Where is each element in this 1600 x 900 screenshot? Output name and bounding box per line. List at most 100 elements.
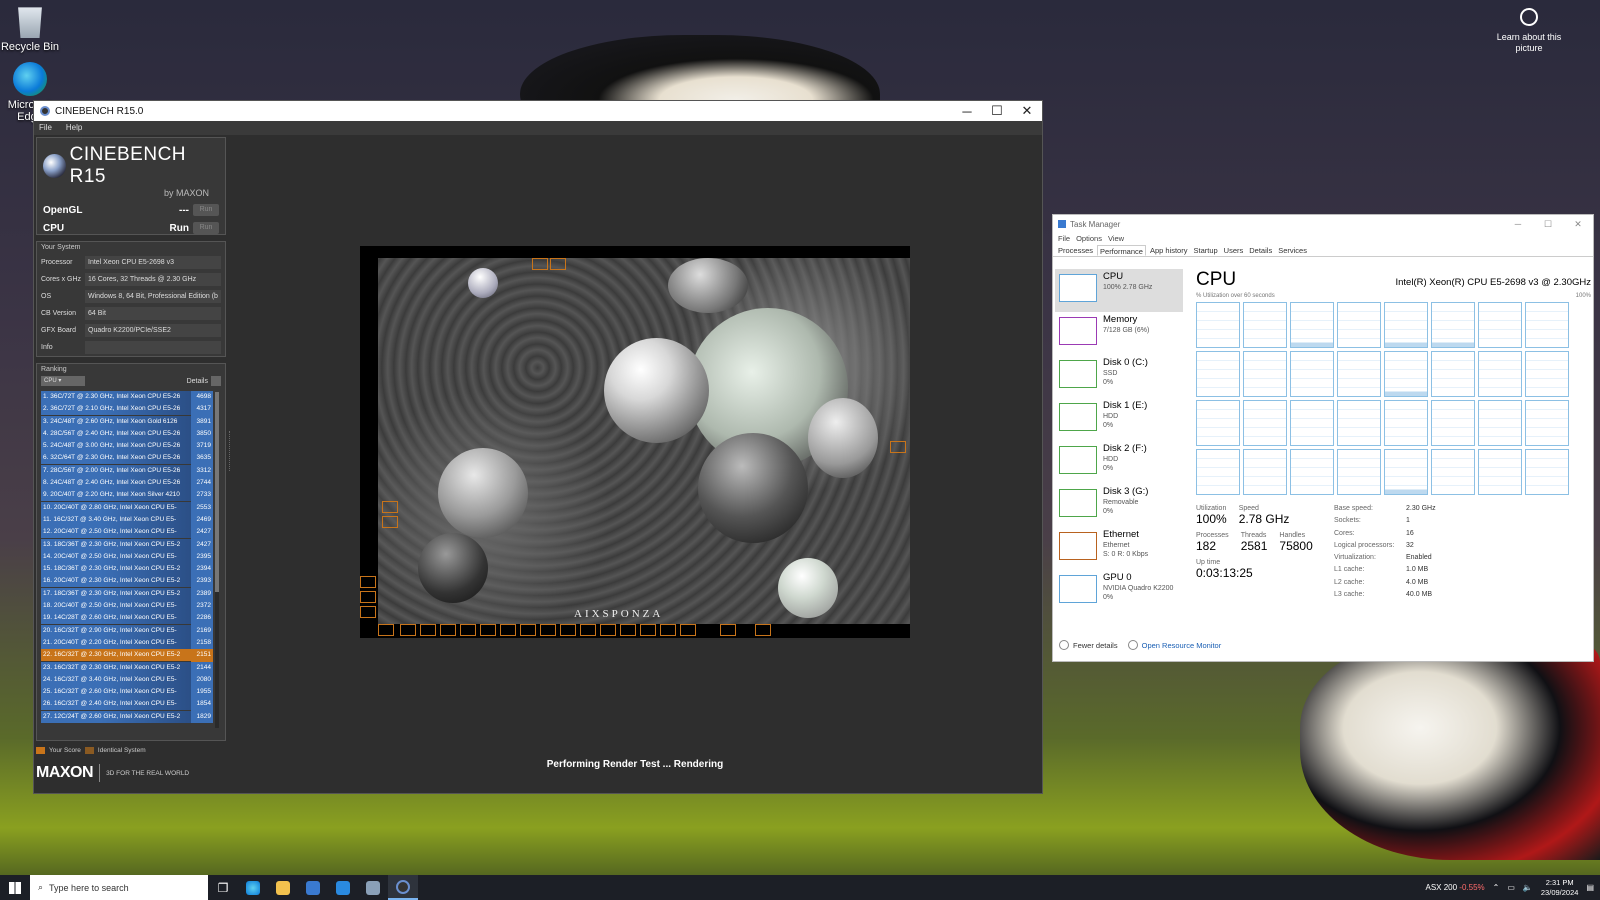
cinebench-taskbar-icon[interactable] — [388, 875, 418, 900]
ranking-row[interactable]: 18. 20C/40T @ 2.50 GHz, Intel Xeon CPU E… — [41, 600, 213, 613]
minimize-icon[interactable]: ─ — [952, 101, 982, 121]
chevron-up-icon[interactable]: ⌃ — [1493, 883, 1500, 892]
ranking-row[interactable]: 11. 16C/32T @ 3.40 GHz, Intel Xeon CPU E… — [41, 513, 213, 527]
start-button[interactable] — [0, 875, 30, 900]
cinebench-titlebar[interactable]: CINEBENCH R15.0 ─ ☐ ✕ — [34, 101, 1042, 121]
tab-app-history[interactable]: App history — [1148, 245, 1190, 256]
ranking-row[interactable]: 17. 18C/36T @ 2.30 GHz, Intel Xeon CPU E… — [41, 587, 213, 601]
tab-processes[interactable]: Processes — [1056, 245, 1095, 256]
ranking-row[interactable]: 8. 24C/48T @ 2.40 GHz, Intel Xeon CPU E5… — [41, 477, 213, 490]
ranking-row[interactable]: 2. 36C/72T @ 2.10 GHz, Intel Xeon CPU E5… — [41, 403, 213, 416]
maximize-icon[interactable]: ☐ — [1533, 215, 1563, 233]
logical-processor-graph — [1243, 302, 1287, 348]
tab-details[interactable]: Details — [1247, 245, 1274, 256]
sidebar-item-disk-0-c[interactable]: Disk 0 (C:) SSD 0% — [1055, 355, 1183, 398]
open-resource-monitor-link[interactable]: Open Resource Monitor — [1127, 640, 1221, 650]
ranking-row[interactable]: 12. 20C/40T @ 2.50 GHz, Intel Xeon CPU E… — [41, 526, 213, 539]
mini-graph — [1059, 360, 1097, 388]
render-bucket — [580, 624, 596, 636]
spec-key: Sockets: — [1334, 517, 1361, 525]
ranking-row[interactable]: 4. 28C/56T @ 2.40 GHz, Intel Xeon CPU E5… — [41, 427, 213, 441]
fewer-details-button[interactable]: Fewer details — [1059, 640, 1118, 650]
ranking-label: 19. 14C/28T @ 2.60 GHz, Intel Xeon CPU E… — [41, 612, 191, 625]
sidebar-item-cpu[interactable]: CPU 100% 2.78 GHz — [1055, 269, 1183, 312]
spec-value: 16 — [1406, 529, 1414, 537]
tab-performance[interactable]: Performance — [1097, 245, 1146, 256]
ranking-row[interactable]: 5. 24C/48T @ 3.00 GHz, Intel Xeon CPU E5… — [41, 440, 213, 453]
stock-widget[interactable]: ASX 200 -0.55% — [1425, 883, 1484, 892]
render-bucket — [460, 624, 476, 636]
file-explorer-icon[interactable] — [268, 875, 298, 900]
sidebar-item-ethernet[interactable]: Ethernet Ethernet S: 0 R: 0 Kbps — [1055, 527, 1183, 570]
recycle-bin-icon — [18, 7, 42, 38]
store-icon[interactable] — [298, 875, 328, 900]
close-icon[interactable]: ✕ — [1012, 101, 1042, 121]
ranking-scrollbar[interactable] — [215, 392, 219, 728]
sidebar-item-disk-1-e[interactable]: Disk 1 (E:) HDD 0% — [1055, 398, 1183, 441]
logical-processor-graph — [1290, 351, 1334, 397]
menu-view[interactable]: View — [1108, 233, 1124, 245]
mail-icon[interactable] — [328, 875, 358, 900]
run-cpu-button[interactable]: Run — [193, 222, 219, 234]
ranking-row[interactable]: 9. 20C/40T @ 2.20 GHz, Intel Xeon Silver… — [41, 489, 213, 502]
stock-change: -0.55% — [1459, 883, 1485, 892]
tab-startup[interactable]: Startup — [1191, 245, 1219, 256]
menu-help[interactable]: Help — [66, 121, 82, 135]
ranking-row[interactable]: 6. 32C/64T @ 2.30 GHz, Intel Xeon CPU E5… — [41, 452, 213, 465]
ranking-row[interactable]: 3. 24C/48T @ 2.60 GHz, Intel Xeon Gold 6… — [41, 415, 213, 428]
desktop-icon-recycle-bin[interactable]: Recycle Bin — [0, 4, 60, 53]
scrollbar-thumb[interactable] — [215, 392, 219, 592]
tab-services[interactable]: Services — [1276, 245, 1309, 256]
ranking-row[interactable]: 15. 18C/36T @ 2.30 GHz, Intel Xeon CPU E… — [41, 563, 213, 576]
sidebar-item-gpu-0[interactable]: GPU 0 NVIDIA Quadro K2200 0% — [1055, 570, 1183, 613]
ranking-row[interactable]: 20. 16C/32T @ 2.90 GHz, Intel Xeon CPU E… — [41, 624, 213, 637]
ranking-row[interactable]: 10. 20C/40T @ 2.80 GHz, Intel Xeon CPU E… — [41, 501, 213, 514]
ranking-row[interactable]: 24. 16C/32T @ 3.40 GHz, Intel Xeon CPU E… — [41, 673, 213, 687]
task-view-icon[interactable]: ❐ — [208, 875, 238, 900]
menu-options[interactable]: Options — [1076, 233, 1102, 245]
sidebar-text: Memory 7/128 GB (6%) — [1103, 314, 1149, 353]
task-manager-titlebar[interactable]: Task Manager ─ ☐ ✕ — [1053, 215, 1593, 233]
ranking-row[interactable]: 1. 36C/72T @ 2.30 GHz, Intel Xeon CPU E5… — [41, 391, 213, 404]
ranking-row[interactable]: 13. 18C/36T @ 2.30 GHz, Intel Xeon CPU E… — [41, 538, 213, 551]
clock[interactable]: 2:31 PM 23/09/2024 — [1541, 878, 1579, 898]
taskbar-search[interactable]: ⌕ Type here to search — [30, 875, 208, 900]
menu-file[interactable]: File — [39, 121, 52, 135]
ranking-row[interactable]: 26. 16C/32T @ 2.40 GHz, Intel Xeon CPU E… — [41, 698, 213, 711]
ranking-row[interactable]: 7. 28C/56T @ 2.00 GHz, Intel Xeon CPU E5… — [41, 464, 213, 478]
logical-processor-graph — [1478, 449, 1522, 495]
minimize-icon[interactable]: ─ — [1503, 215, 1533, 233]
sidebar-item-disk-2-f[interactable]: Disk 2 (F:) HDD 0% — [1055, 441, 1183, 484]
ranking-row[interactable]: 21. 20C/40T @ 2.20 GHz, Intel Xeon CPU E… — [41, 636, 213, 650]
network-icon[interactable]: ▭ — [1507, 883, 1515, 892]
close-icon[interactable]: ✕ — [1563, 215, 1593, 233]
maximize-icon[interactable]: ☐ — [982, 101, 1012, 121]
ranking-row[interactable]: 16. 20C/40T @ 2.30 GHz, Intel Xeon CPU E… — [41, 575, 213, 588]
ranking-select[interactable]: CPU ▾ — [41, 376, 85, 386]
volume-icon[interactable]: 🔈 — [1523, 883, 1533, 892]
ranking-row[interactable]: 14. 20C/40T @ 2.50 GHz, Intel Xeon CPU E… — [41, 550, 213, 564]
task-manager-taskbar-icon[interactable] — [358, 875, 388, 900]
render-bucket — [660, 624, 676, 636]
ranking-row[interactable]: 27. 12C/24T @ 2.60 GHz, Intel Xeon CPU E… — [41, 710, 213, 724]
ranking-row[interactable]: 25. 16C/32T @ 2.60 GHz, Intel Xeon CPU E… — [41, 686, 213, 699]
mini-graph — [1059, 403, 1097, 431]
ranking-label: 3. 24C/48T @ 2.60 GHz, Intel Xeon Gold 6… — [41, 415, 191, 428]
ranking-row[interactable]: 23. 16C/32T @ 2.30 GHz, Intel Xeon CPU E… — [41, 661, 213, 674]
menu-file[interactable]: File — [1058, 233, 1070, 245]
ranking-list: 1. 36C/72T @ 2.30 GHz, Intel Xeon CPU E5… — [41, 391, 213, 727]
learn-about-picture[interactable]: Learn about this picture — [1484, 8, 1574, 54]
sidebar-item-disk-3-g[interactable]: Disk 3 (G:) Removable 0% — [1055, 484, 1183, 527]
details-button[interactable]: Details — [187, 376, 221, 386]
ranking-row[interactable]: 22. 16C/32T @ 2.30 GHz, Intel Xeon CPU E… — [41, 649, 213, 662]
ranking-row[interactable]: 19. 14C/28T @ 2.60 GHz, Intel Xeon CPU E… — [41, 612, 213, 625]
sidebar-item-memory[interactable]: Memory 7/128 GB (6%) — [1055, 312, 1183, 355]
tab-users[interactable]: Users — [1222, 245, 1246, 256]
notification-icon[interactable]: ▤ — [1586, 883, 1594, 892]
logical-processor-graph — [1243, 449, 1287, 495]
spec-key: Base speed: — [1334, 505, 1373, 512]
spec-key: L1 cache: — [1334, 566, 1365, 574]
run-opengl-button[interactable]: Run — [193, 204, 219, 216]
panel-splitter[interactable] — [229, 431, 232, 471]
edge-taskbar-icon[interactable] — [238, 875, 268, 900]
